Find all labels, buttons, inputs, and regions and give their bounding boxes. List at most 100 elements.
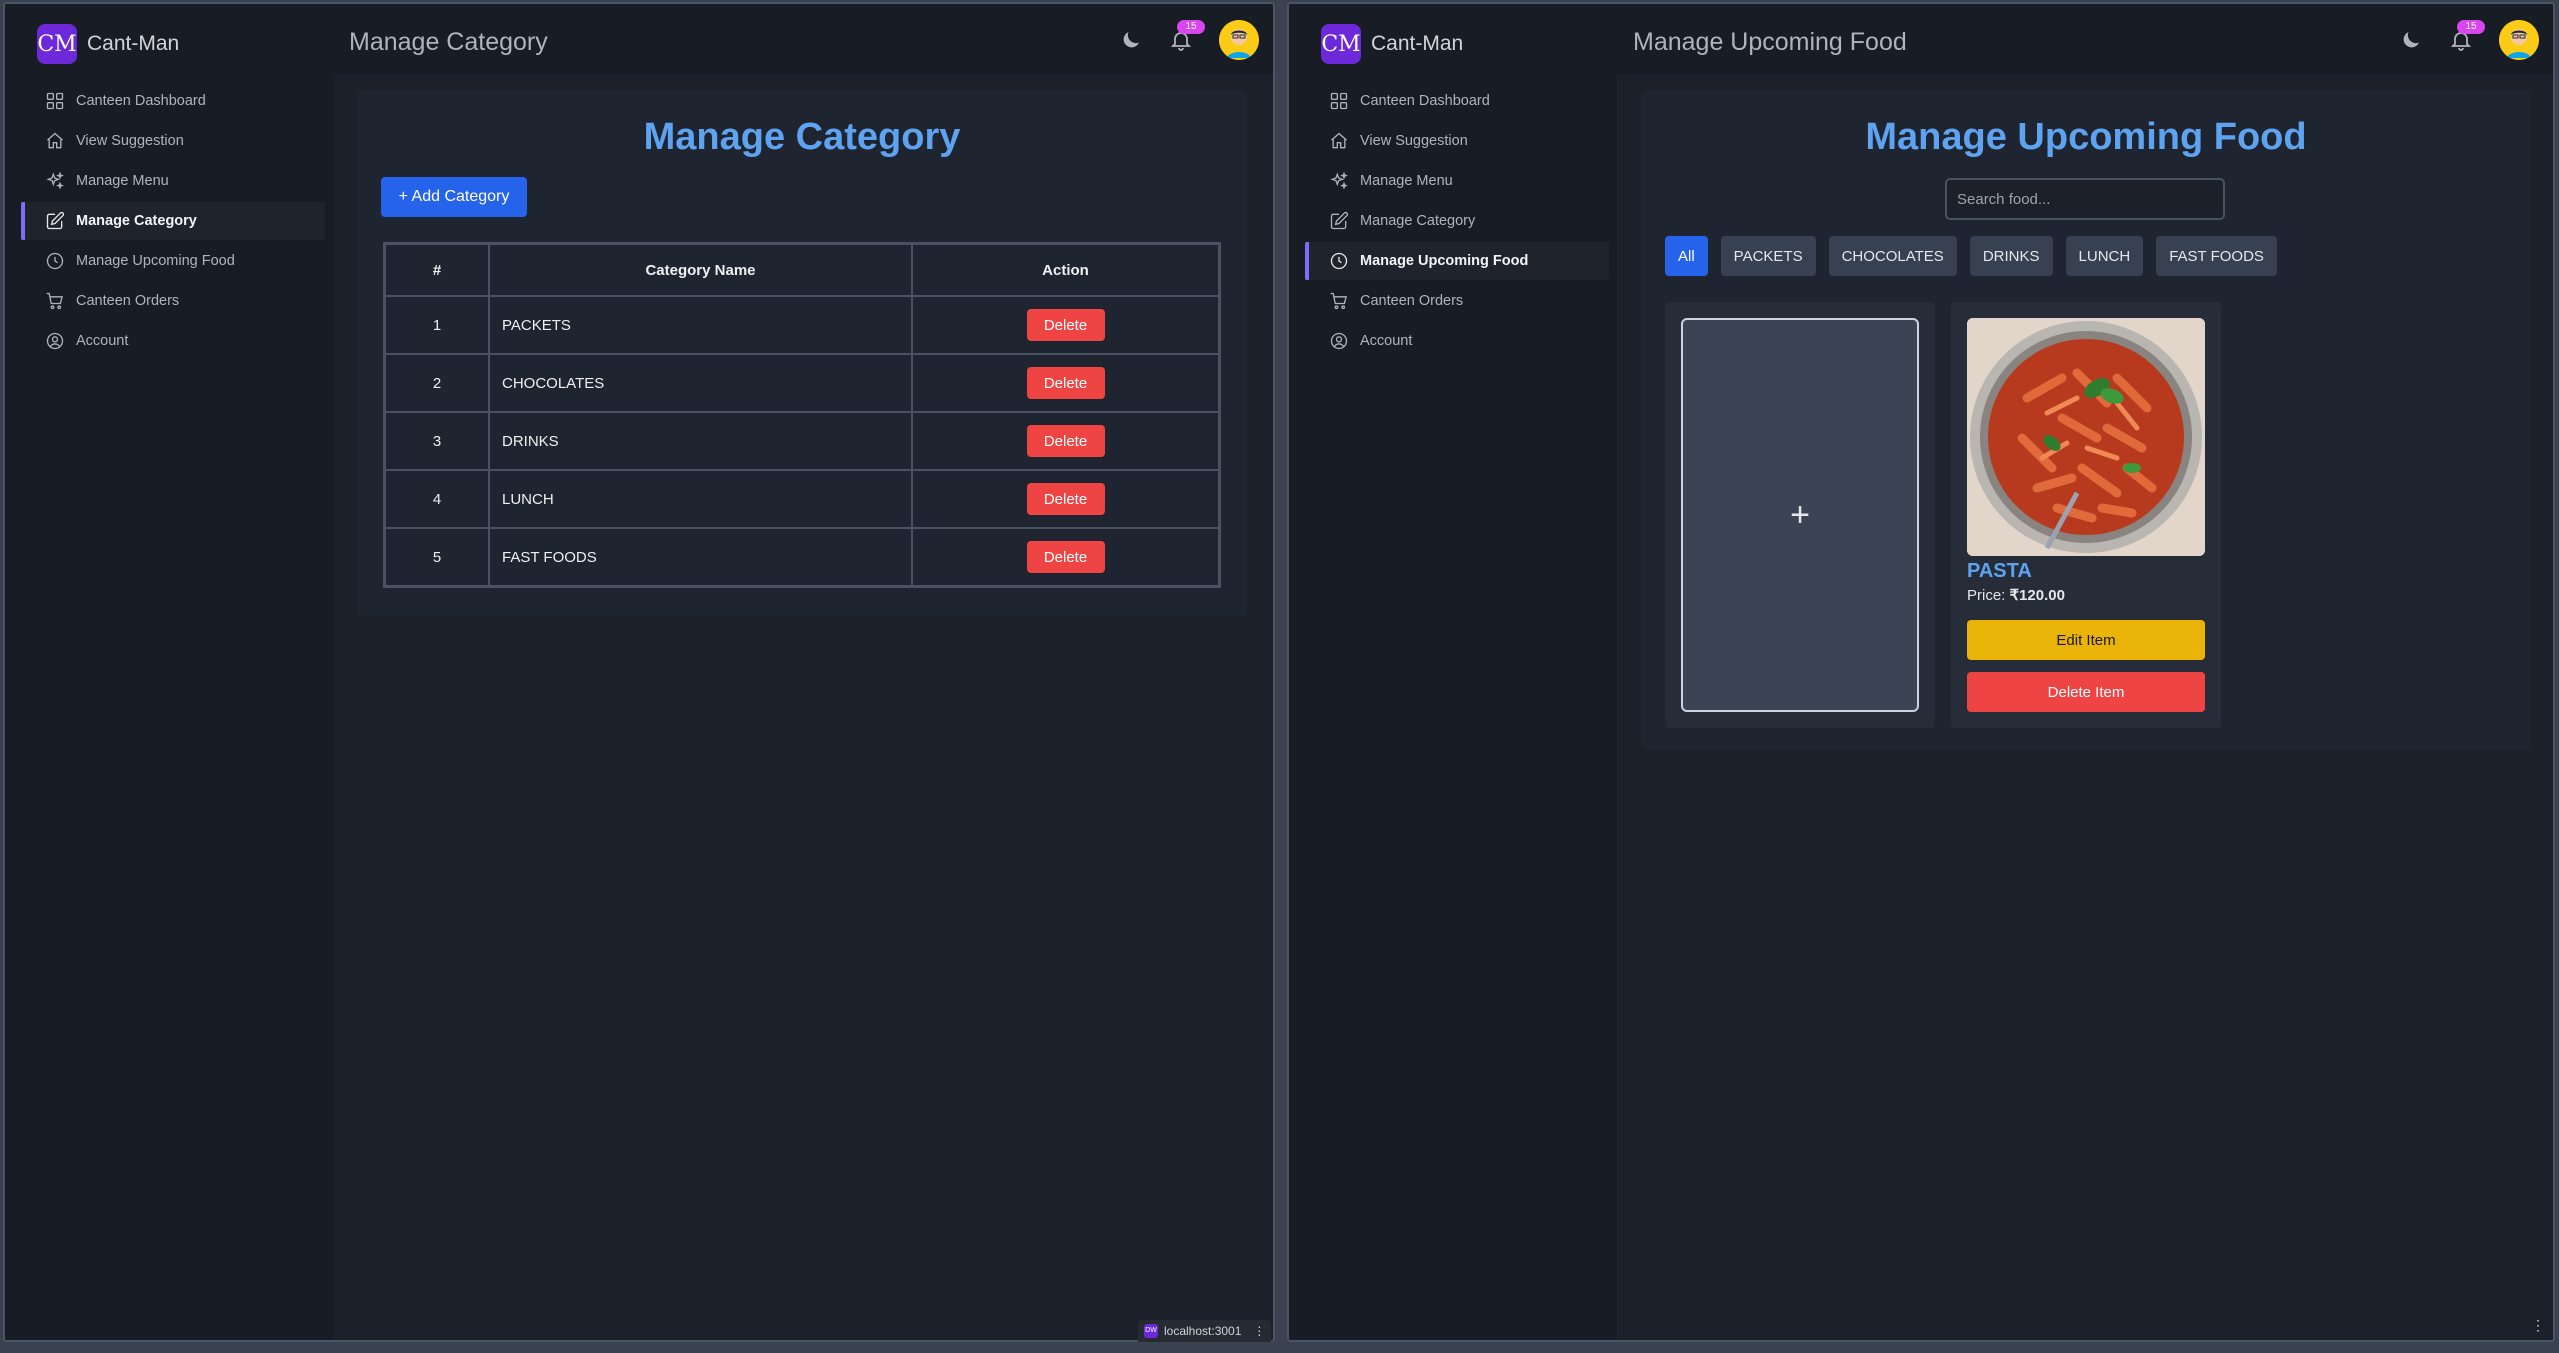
notification-badge: 15: [2457, 20, 2485, 34]
sidebar-item-manage-menu[interactable]: Manage Menu: [21, 162, 325, 200]
delete-item-button[interactable]: Delete Item: [1967, 672, 2205, 712]
delete-button[interactable]: Delete: [1026, 309, 1105, 341]
sidebar-item-canteen-dashboard[interactable]: Canteen Dashboard: [21, 82, 325, 120]
delete-button[interactable]: Delete: [1026, 425, 1105, 457]
sidebar-item-canteen-orders[interactable]: Canteen Orders: [21, 282, 325, 320]
home-icon: [47, 132, 63, 149]
column-header-number: #: [383, 242, 490, 297]
plus-icon: +: [1790, 495, 1810, 534]
edit-icon: [1330, 211, 1349, 230]
sidebar-item-label: Manage Category: [76, 213, 197, 229]
filter-packets[interactable]: PACKETS: [1720, 236, 1816, 276]
sidebar-item-manage-menu[interactable]: Manage Menu: [1305, 162, 1609, 200]
sidebar-item-canteen-orders[interactable]: Canteen Orders: [1305, 282, 1609, 320]
sidebar-item-label: Canteen Dashboard: [76, 93, 206, 109]
food-card: PASTA Price: ₹120.00 Edit Item Delete It…: [1951, 302, 2221, 728]
food-name: PASTA: [1967, 560, 2032, 582]
moon-icon[interactable]: [2399, 28, 2423, 52]
page-title: Manage Upcoming Food: [1633, 28, 1907, 56]
food-image: [1967, 318, 2205, 556]
sidebar-item-label: Manage Menu: [76, 173, 169, 189]
avatar[interactable]: [1219, 20, 1259, 60]
home-icon: [1331, 132, 1347, 149]
avatar[interactable]: [2499, 20, 2539, 60]
sidebar-item-account[interactable]: Account: [1305, 322, 1609, 360]
left-browser-window: CM Cant-Man Canteen Dashboard View Sugge…: [3, 2, 1275, 1342]
main-content: Manage Upcoming Food All PACKETS CHOCOLA…: [1617, 74, 2553, 1340]
main-content: Manage Category + Add Category # Categor…: [333, 74, 1273, 1340]
action-cell: Delete: [911, 411, 1221, 471]
brand[interactable]: CM Cant-Man: [1321, 24, 1463, 64]
sidebar-item-label: Canteen Orders: [1360, 293, 1464, 309]
category-name: LUNCH: [488, 469, 913, 529]
grid-icon: [46, 92, 64, 110]
category-filters: All PACKETS CHOCOLATES DRINKS LUNCH FAST…: [1665, 236, 2290, 276]
header: Manage Category 15: [333, 4, 1273, 74]
sidebar-item-label: Canteen Dashboard: [1360, 93, 1490, 109]
notifications-button[interactable]: 15: [2449, 20, 2485, 52]
sidebar-item-manage-upcoming-food[interactable]: Manage Upcoming Food: [1305, 242, 1609, 280]
sidebar-item-label: Canteen Orders: [76, 293, 180, 309]
filter-drinks[interactable]: DRINKS: [1969, 236, 2053, 276]
sidebar-item-label: Account: [76, 333, 129, 349]
delete-button[interactable]: Delete: [1026, 541, 1105, 573]
sidebar-item-label: Manage Upcoming Food: [1360, 253, 1529, 269]
sidebar-item-manage-category[interactable]: Manage Category: [1305, 202, 1609, 240]
action-cell: Delete: [911, 353, 1221, 413]
sidebar-item-account[interactable]: Account: [21, 322, 325, 360]
price-value: ₹120.00: [2009, 587, 2065, 604]
notification-badge: 15: [1177, 20, 1205, 34]
delete-button[interactable]: Delete: [1026, 483, 1105, 515]
row-number: 5: [383, 527, 490, 588]
page-title: Manage Category: [349, 28, 548, 56]
sidebar-item-label: Manage Menu: [1360, 173, 1453, 189]
sidebar-item-label: Manage Category: [1360, 213, 1476, 229]
upcoming-food-panel: Manage Upcoming Food All PACKETS CHOCOLA…: [1641, 90, 2531, 750]
avatar-icon: [2499, 20, 2539, 60]
filter-all[interactable]: All: [1665, 236, 1708, 276]
filter-chocolates[interactable]: CHOCOLATES: [1828, 236, 1957, 276]
moon-icon[interactable]: [1119, 28, 1143, 52]
row-number: 4: [383, 469, 490, 529]
user-circle-icon: [1330, 332, 1348, 350]
more-vert-icon[interactable]: ⋮: [1253, 1324, 1265, 1338]
brand[interactable]: CM Cant-Man: [37, 24, 179, 64]
more-vert-icon[interactable]: ⋮: [2531, 1317, 2545, 1334]
sidebar-item-canteen-dashboard[interactable]: Canteen Dashboard: [1305, 82, 1609, 120]
table-row: 1 PACKETS Delete: [383, 295, 1221, 355]
table-header-row: # Category Name Action: [383, 242, 1221, 297]
grid-icon: [1330, 92, 1348, 110]
filter-lunch[interactable]: LUNCH: [2065, 236, 2144, 276]
table-row: 3 DRINKS Delete: [383, 411, 1221, 471]
edit-item-button[interactable]: Edit Item: [1967, 620, 2205, 660]
notifications-button[interactable]: 15: [1169, 20, 1205, 52]
add-food-tile[interactable]: +: [1681, 318, 1919, 712]
food-price: Price: ₹120.00: [1967, 586, 2065, 604]
clock-icon: [46, 252, 64, 270]
logo: CM: [1321, 24, 1361, 64]
sidebar-item-view-suggestion[interactable]: View Suggestion: [1305, 122, 1609, 160]
sidebar-item-view-suggestion[interactable]: View Suggestion: [21, 122, 325, 160]
category-name: PACKETS: [488, 295, 913, 355]
delete-button[interactable]: Delete: [1026, 367, 1105, 399]
header-actions: 15: [1119, 20, 1259, 60]
sidebar-item-label: View Suggestion: [76, 133, 184, 149]
sidebar: CM Cant-Man Canteen Dashboard View Sugge…: [1289, 4, 1617, 1340]
action-cell: Delete: [911, 527, 1221, 588]
user-circle-icon: [46, 332, 64, 350]
sidebar-item-manage-upcoming-food[interactable]: Manage Upcoming Food: [21, 242, 325, 280]
host-label: localhost:3001: [1164, 1324, 1242, 1338]
sidebar-item-label: Manage Upcoming Food: [76, 253, 235, 269]
category-name: FAST FOODS: [488, 527, 913, 588]
upcoming-food-heading: Manage Upcoming Food: [1865, 116, 2307, 158]
sidebar: CM Cant-Man Canteen Dashboard View Sugge…: [5, 4, 333, 1340]
sidebar-item-manage-category[interactable]: Manage Category: [21, 202, 325, 240]
filter-fast-foods[interactable]: FAST FOODS: [2156, 236, 2277, 276]
action-cell: Delete: [911, 295, 1221, 355]
avatar-icon: [1219, 20, 1259, 60]
search-input[interactable]: [1945, 178, 2225, 220]
host-chip[interactable]: DW localhost:3001 ⋮: [1138, 1320, 1272, 1342]
category-table: # Category Name Action 1 PACKETS Delete …: [383, 242, 1221, 588]
column-header-category-name: Category Name: [488, 242, 913, 297]
add-category-button[interactable]: + Add Category: [381, 177, 527, 217]
